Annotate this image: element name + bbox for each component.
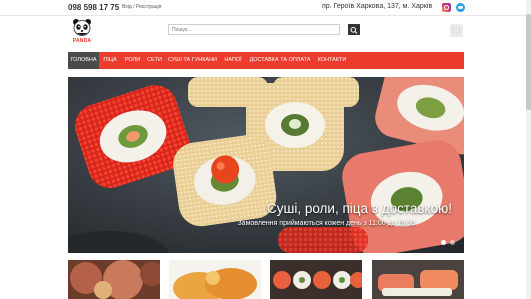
product-image [270, 260, 362, 299]
panda-icon [73, 19, 91, 36]
scrollbar-thumb[interactable] [526, 14, 531, 110]
product-image [372, 260, 464, 299]
address: пр. Героїв Харкова, 137, м. Харків [322, 3, 433, 10]
search-icon [350, 27, 358, 34]
search-button[interactable] [348, 24, 360, 35]
product-image [169, 260, 261, 299]
auth-separator: / [133, 4, 135, 10]
nav-item-delivery[interactable]: ДОСТАВКА ТА ОПЛАТА [246, 52, 314, 69]
nav-item-rolls[interactable]: РОЛИ [121, 52, 144, 69]
search-input[interactable] [168, 24, 340, 35]
top-bar: 098 598 17 75 Вхід / Реєстрація пр. Геро… [0, 0, 526, 16]
twitter-icon[interactable] [456, 3, 465, 12]
cart-icon [452, 27, 461, 34]
product-card[interactable] [372, 260, 464, 299]
hero-slider[interactable]: Суші, роли, піца з доставкою! Замовлення… [68, 77, 464, 253]
cart-button[interactable] [450, 24, 463, 37]
nav-item-drinks[interactable]: НАПОЇ [220, 52, 246, 69]
page-scrollbar[interactable] [526, 0, 531, 299]
logo-text: PANDA [72, 38, 92, 44]
hero-title: Суші, роли, піца з доставкою! [267, 201, 452, 216]
product-image [68, 260, 160, 299]
phone-number[interactable]: 098 598 17 75 [68, 3, 119, 12]
slider-dot-2[interactable] [450, 240, 455, 245]
nav-item-sushi[interactable]: СУШІ ТА ГУНКАНИ [165, 52, 220, 69]
hero-subtitle: Замовлення приймаються кожен день з 11:0… [237, 220, 415, 227]
search-bar [168, 24, 360, 35]
login-link[interactable]: Вхід [122, 4, 132, 10]
register-link[interactable]: Реєстрація [136, 4, 161, 10]
instagram-icon[interactable] [442, 3, 451, 12]
product-card[interactable] [68, 260, 160, 299]
nav-item-pizza[interactable]: ПІЦА [99, 52, 121, 69]
product-card[interactable] [169, 260, 261, 299]
slider-dot-1[interactable] [441, 240, 446, 245]
nav-item-home[interactable]: ГОЛОВНА [68, 52, 99, 69]
nav-item-sets[interactable]: СЕТИ [144, 52, 165, 69]
product-card[interactable] [270, 260, 362, 299]
auth-links: Вхід / Реєстрація [122, 4, 161, 10]
main-nav: ГОЛОВНА ПІЦА РОЛИ СЕТИ СУШІ ТА ГУНКАНИ Н… [68, 52, 464, 69]
nav-item-contacts[interactable]: КОНТАКТИ [314, 52, 350, 69]
